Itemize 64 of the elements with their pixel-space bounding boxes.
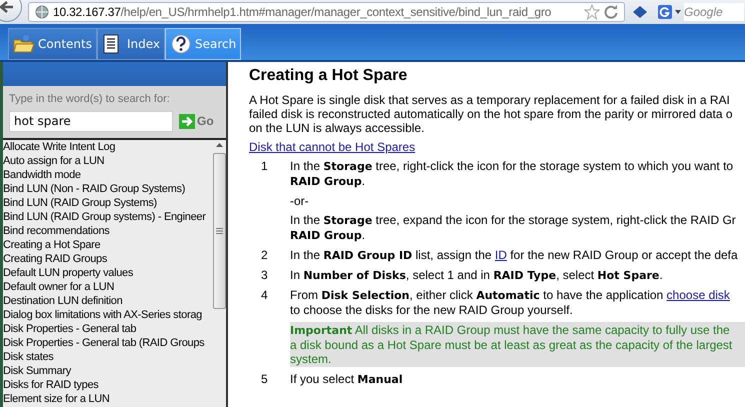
text-link[interactable]: choose disk: [666, 288, 730, 302]
note-line: a disk bound as a Hot Spare must be at least as great as the capacity of the largest: [290, 338, 734, 352]
search-prompt: Type in the word(s) to search for:: [9, 92, 171, 107]
back-arrow-icon: [0, 1, 14, 13]
url-text: 10.32.167.37/help/en_US/hrmhelp1.htm#manager/manager_context_sensitive/bind_lun_raid_gro: [53, 5, 552, 19]
step-text-line: In the Storage tree, right-click the icon for the storage system to which you want to: [290, 159, 734, 174]
folder-icon: [13, 34, 35, 54]
result-item[interactable]: Auto assign for a LUN: [3, 154, 212, 168]
step-text-line: In the Storage tree, expand the icon for the storage system, right-click the RAID Gr: [290, 213, 737, 228]
tab[interactable]: Index: [96, 28, 166, 60]
step-text-line: In Number of Disks, select 1 and in RAID Type, select Hot Spare.: [290, 268, 664, 283]
tab[interactable]: Contents: [8, 28, 97, 60]
result-item[interactable]: Disk Properties - General tab (RAID Groups: [3, 336, 212, 350]
article-title: Creating a Hot Spare: [249, 66, 408, 85]
result-item[interactable]: Allocate Write Intent Log: [3, 140, 212, 154]
note-line: Important All disks in a RAID Group must have the same capacity to fully use the: [290, 323, 731, 338]
address-bar[interactable]: 10.32.167.37/help/en_US/hrmhelp1.htm#manager/manager_context_sensitive/bind_lun_raid_gro: [28, 2, 625, 22]
paragraph-line: A Hot Spare is single disk that serves as a temporary replacement for a failed disk in a RAI: [249, 93, 731, 107]
result-item[interactable]: Creating RAID Groups: [3, 252, 212, 266]
globe-icon: [35, 5, 49, 19]
step-number: 3: [260, 268, 269, 283]
step-number: 5: [260, 372, 269, 387]
step-text-line: In the RAID Group ID list, assign the ID for the new RAID Group or accept the defa: [290, 248, 739, 263]
result-item[interactable]: Default LUN property values: [3, 266, 212, 280]
result-item[interactable]: Element size for a LUN: [3, 392, 212, 406]
question-mark-icon: [170, 34, 192, 54]
result-item[interactable]: Disk states: [3, 350, 212, 364]
result-item[interactable]: Disks for RAID types: [3, 378, 212, 392]
result-item[interactable]: Bind LUN (Non - RAID Group Systems): [3, 182, 212, 196]
text-link[interactable]: ID: [494, 248, 507, 262]
go-button[interactable]: Go: [179, 112, 214, 130]
scroll-up-icon[interactable]: [216, 143, 222, 147]
grip-icon: [216, 228, 222, 234]
arrow-icon: [179, 114, 195, 128]
result-item[interactable]: Bind LUN (RAID Group Systems): [3, 196, 212, 210]
step-number: 4: [260, 288, 269, 304]
step-text-line: RAID Group.: [290, 174, 366, 189]
result-item[interactable]: Destination LUN definition: [3, 294, 212, 308]
step-text-line: RAID Group.: [290, 228, 366, 243]
step-text-line: From Disk Selection, either click Automatic to have the application choose disk: [290, 288, 731, 303]
result-item[interactable]: Dialog box limitations with AX-Series storag: [3, 308, 212, 322]
caret-icon: [675, 10, 681, 14]
note-line: system.: [290, 352, 332, 366]
reload-icon[interactable]: [604, 5, 618, 19]
star-icon[interactable]: [584, 4, 600, 20]
result-item[interactable]: Disk Properties - General tab: [3, 322, 212, 336]
result-item[interactable]: Creating a Hot Spare: [3, 238, 212, 252]
google-g-icon: [658, 5, 672, 19]
step-text-line: If you select Manual: [290, 372, 404, 387]
paragraph-line: on the LUN is always accessible.: [249, 121, 426, 135]
scrollbar-thumb[interactable]: [212, 153, 226, 309]
paragraph-line: failed disk is reconstructed automatically on the hot spare from the parity or mirrored data o: [249, 107, 734, 121]
step-number: 1: [260, 159, 269, 175]
search-field[interactable]: hot spare: [9, 110, 173, 132]
step-text-line: to choose the disks for the new RAID Group yourself.: [290, 303, 574, 317]
step-number: 2: [260, 248, 269, 263]
step-text-line: -or-: [290, 194, 310, 208]
result-item[interactable]: Default owner for a LUN: [3, 280, 212, 294]
result-item[interactable]: Bandwidth mode: [3, 168, 212, 182]
text-link[interactable]: Disk that cannot be Hot Spares: [249, 140, 416, 154]
web-search-field[interactable]: Google: [684, 3, 744, 21]
result-item[interactable]: Disk Summary: [3, 364, 212, 378]
result-item[interactable]: Bind recommendations: [3, 224, 212, 238]
result-item[interactable]: Bind LUN (RAID Group systems) - Engineer: [3, 210, 212, 224]
